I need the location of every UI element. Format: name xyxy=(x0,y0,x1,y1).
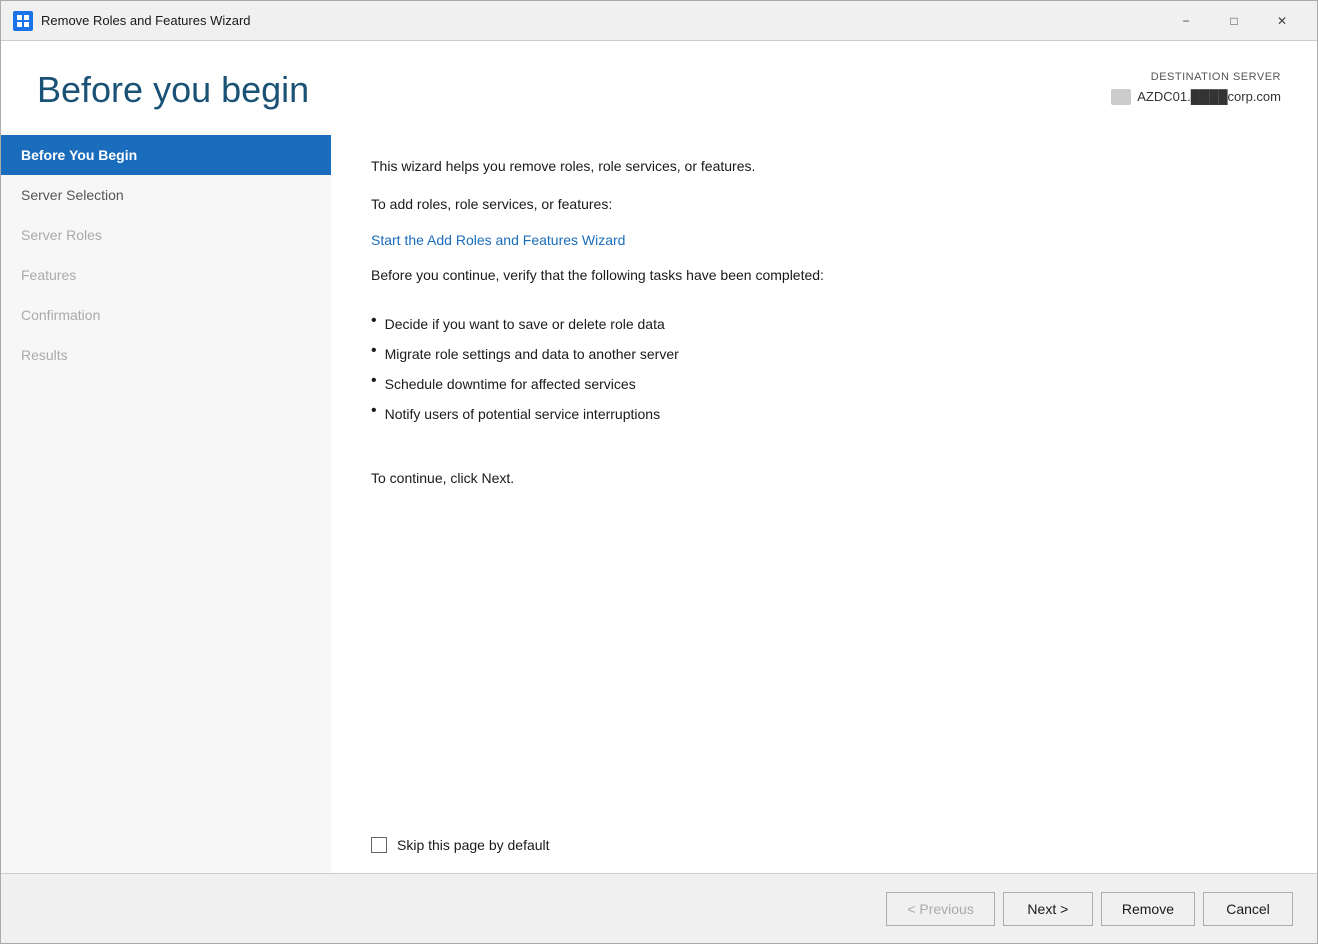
destination-server-label: DESTINATION SERVER xyxy=(1111,69,1281,87)
bullet-item-1: Decide if you want to save or delete rol… xyxy=(371,310,1277,338)
wizard-content: Before You Begin Server Selection Server… xyxy=(1,131,1317,873)
titlebar: Remove Roles and Features Wizard − □ ✕ xyxy=(1,1,1317,41)
bullet-text-4: Notify users of potential service interr… xyxy=(385,400,660,428)
sidebar-item-label: Server Selection xyxy=(21,187,124,203)
sidebar-item-before-you-begin[interactable]: Before You Begin xyxy=(1,135,331,175)
server-name: AZDC01.████corp.com xyxy=(1111,87,1281,108)
continue-text: To continue, click Next. xyxy=(371,470,1277,486)
footer: < Previous Next > Remove Cancel xyxy=(1,873,1317,943)
bullet-text-1: Decide if you want to save or delete rol… xyxy=(385,310,665,338)
bullet-item-3: Schedule downtime for affected services xyxy=(371,370,1277,398)
add-roles-prompt: To add roles, role services, or features… xyxy=(371,193,1277,215)
sidebar-item-server-roles: Server Roles xyxy=(1,215,331,255)
bullet-item-4: Notify users of potential service interr… xyxy=(371,400,1277,428)
sidebar: Before You Begin Server Selection Server… xyxy=(1,131,331,873)
maximize-button[interactable]: □ xyxy=(1211,5,1257,37)
close-button[interactable]: ✕ xyxy=(1259,5,1305,37)
skip-page-checkbox[interactable] xyxy=(371,837,387,853)
wizard-window: Remove Roles and Features Wizard − □ ✕ B… xyxy=(0,0,1318,944)
wizard-body: Before you begin DESTINATION SERVER AZDC… xyxy=(1,41,1317,943)
bullet-text-2: Migrate role settings and data to anothe… xyxy=(385,340,679,368)
sidebar-item-label: Results xyxy=(21,347,68,363)
server-name-text: AZDC01.████corp.com xyxy=(1137,87,1281,108)
sidebar-item-confirmation: Confirmation xyxy=(1,295,331,335)
intro-text: This wizard helps you remove roles, role… xyxy=(371,155,1277,177)
destination-server-info: DESTINATION SERVER AZDC01.████corp.com xyxy=(1111,69,1281,107)
sidebar-item-features: Features xyxy=(1,255,331,295)
app-icon xyxy=(13,11,33,31)
main-content: This wizard helps you remove roles, role… xyxy=(331,131,1317,873)
skip-page-label[interactable]: Skip this page by default xyxy=(397,837,550,853)
bullet-text-3: Schedule downtime for affected services xyxy=(385,370,636,398)
add-roles-link[interactable]: Start the Add Roles and Features Wizard xyxy=(371,232,1277,248)
sidebar-item-results: Results xyxy=(1,335,331,375)
minimize-button[interactable]: − xyxy=(1163,5,1209,37)
previous-button[interactable]: < Previous xyxy=(886,892,995,926)
next-button[interactable]: Next > xyxy=(1003,892,1093,926)
page-title: Before you begin xyxy=(37,69,309,111)
bullet-list: Decide if you want to save or delete rol… xyxy=(371,310,1277,430)
window-title: Remove Roles and Features Wizard xyxy=(41,13,1163,28)
skip-page-row: Skip this page by default xyxy=(371,837,1277,853)
sidebar-item-label: Server Roles xyxy=(21,227,102,243)
window-controls: − □ ✕ xyxy=(1163,5,1305,37)
verify-text: Before you continue, verify that the fol… xyxy=(371,264,1277,286)
server-icon xyxy=(1111,89,1131,105)
sidebar-item-label: Confirmation xyxy=(21,307,100,323)
remove-button[interactable]: Remove xyxy=(1101,892,1195,926)
bullet-item-2: Migrate role settings and data to anothe… xyxy=(371,340,1277,368)
sidebar-item-label: Features xyxy=(21,267,76,283)
cancel-button[interactable]: Cancel xyxy=(1203,892,1293,926)
sidebar-item-label: Before You Begin xyxy=(21,147,137,163)
wizard-header: Before you begin DESTINATION SERVER AZDC… xyxy=(1,41,1317,131)
sidebar-item-server-selection[interactable]: Server Selection xyxy=(1,175,331,215)
